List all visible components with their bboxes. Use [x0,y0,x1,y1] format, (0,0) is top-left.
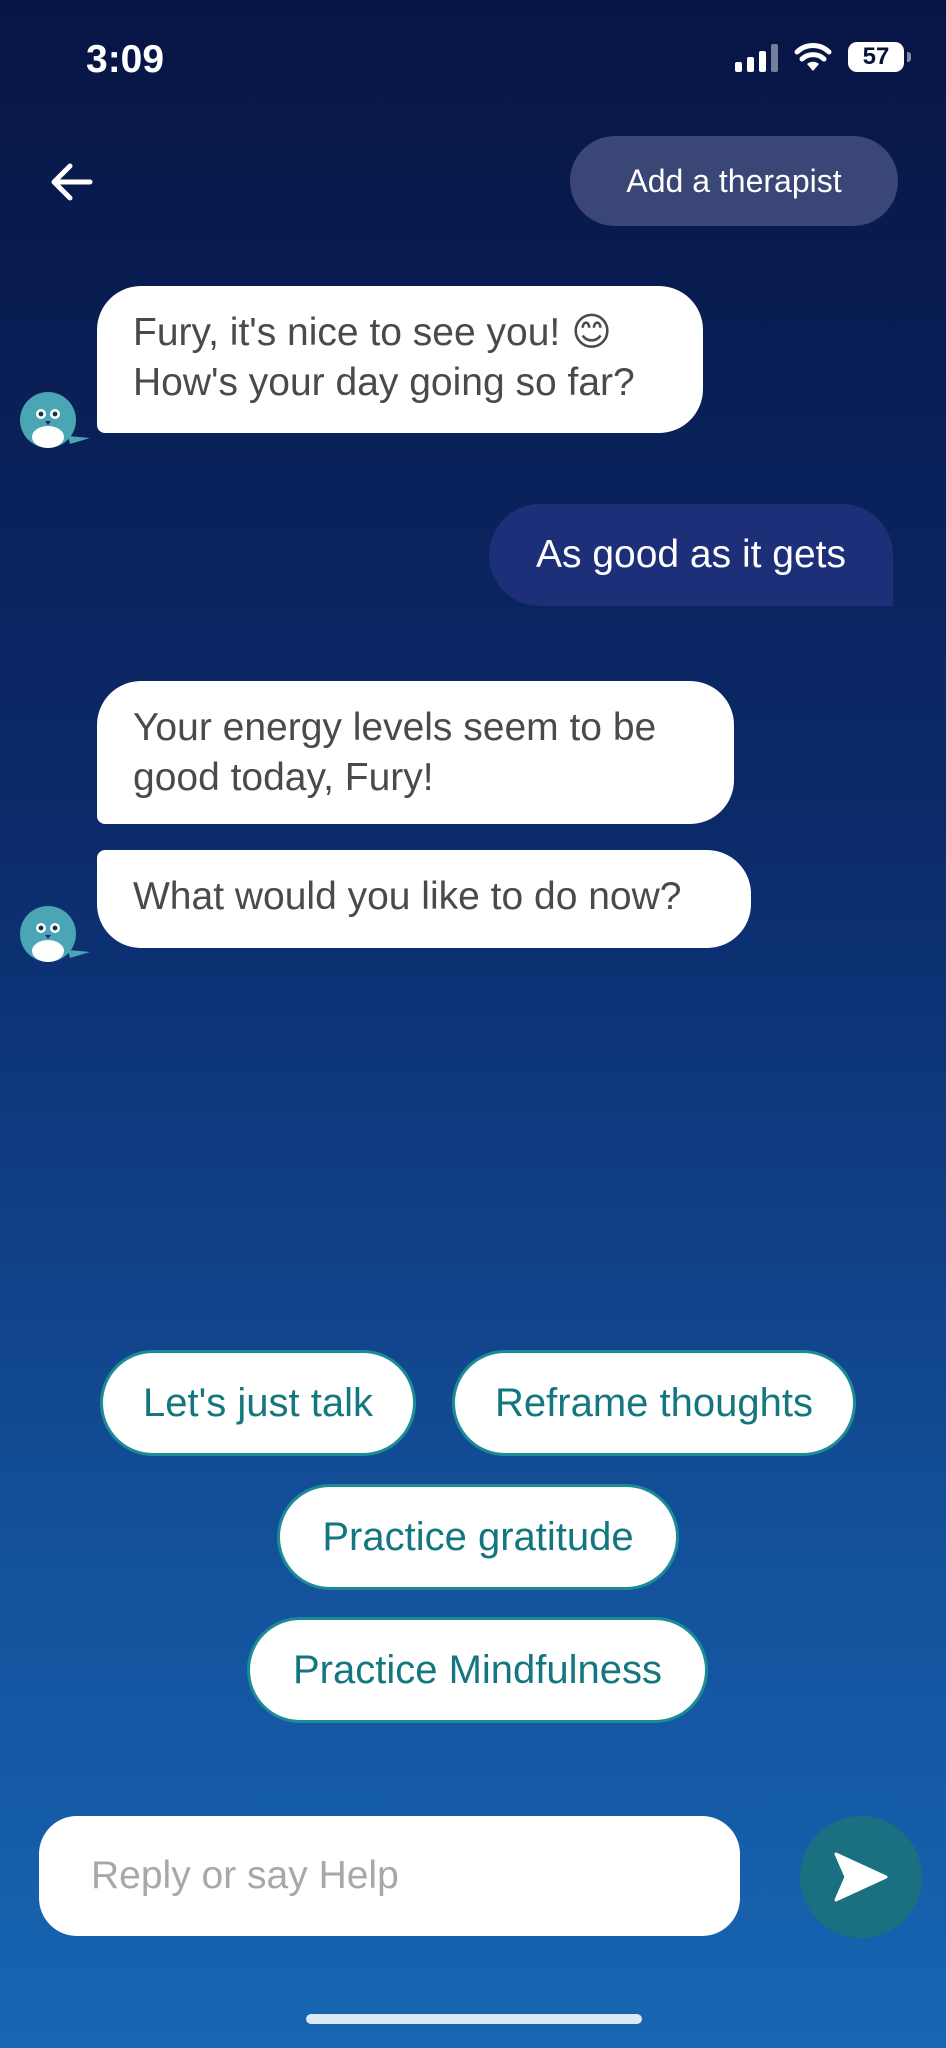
send-button[interactable] [800,1816,922,1938]
quick-reply-lets-just-talk[interactable]: Let's just talk [100,1350,416,1456]
user-message: As good as it gets [489,504,893,606]
send-icon [834,1852,888,1902]
quick-reply-reframe-thoughts[interactable]: Reframe thoughts [452,1350,856,1456]
status-time: 3:09 [86,38,165,81]
bot-message: Your energy levels seem to be good today… [97,681,734,824]
quick-reply-practice-gratitude[interactable]: Practice gratitude [277,1484,679,1590]
bot-message: What would you like to do now? [97,850,751,948]
message-line: How's your day going so far? [133,361,635,404]
message-line: Fury, it's nice to see you! 😊 [133,311,612,354]
quick-reply-practice-mindfulness[interactable]: Practice Mindfulness [247,1617,708,1723]
bot-avatar-icon [20,906,90,962]
battery-level: 57 [862,43,890,70]
add-therapist-button[interactable]: Add a therapist [570,136,898,226]
message-line: Your energy levels seem to be [133,706,657,749]
status-bar: 3:09 57 [0,0,946,120]
wifi-icon [794,43,832,71]
back-button[interactable] [46,156,98,208]
signal-icon [735,42,778,72]
back-arrow-icon [51,163,93,201]
bot-message: Fury, it's nice to see you! 😊 How's your… [97,286,703,433]
message-line: good today, Fury! [133,756,434,799]
battery-icon: 57 [848,42,911,72]
bot-avatar-icon [20,392,90,448]
reply-input[interactable] [39,1816,740,1936]
home-indicator [306,2014,642,2024]
status-icons: 57 [735,42,911,72]
